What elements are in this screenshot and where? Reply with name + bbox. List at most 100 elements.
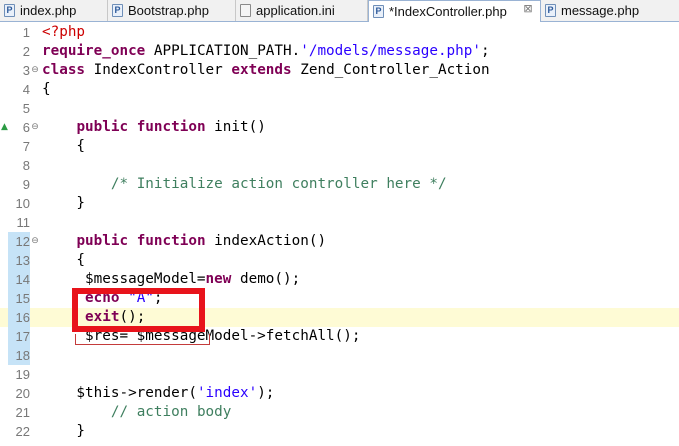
line-number: 11 xyxy=(16,215,31,230)
code-token: /* Initialize action controller here */ xyxy=(110,176,447,192)
line-number: 1 xyxy=(22,25,30,40)
line-number: 9 xyxy=(22,177,30,192)
code-line[interactable]: 21 // action body xyxy=(0,403,679,422)
tab-label: message.php xyxy=(561,3,640,18)
code-text: public function indexAction() xyxy=(42,232,326,251)
code-text: $messageModel=new demo(); xyxy=(42,270,300,289)
code-text: require_once APPLICATION_PATH.'/models/m… xyxy=(42,42,490,61)
tab-label: index.php xyxy=(20,3,77,18)
line-number: 12 xyxy=(8,232,30,251)
tab-indexcontroller-php[interactable]: P *IndexController.php ⊠ xyxy=(368,0,541,22)
code-text: class IndexController extends Zend_Contr… xyxy=(42,61,490,80)
code-token: { xyxy=(42,81,51,97)
code-line[interactable]: 20 $this->render('index'); xyxy=(0,384,679,403)
code-token: '/models/message.php' xyxy=(300,43,481,59)
code-line[interactable]: 1 <?php xyxy=(0,23,679,42)
line-number: 15 xyxy=(8,289,30,308)
line-number: 4 xyxy=(22,82,30,97)
error-underline xyxy=(75,334,210,345)
line-number: 19 xyxy=(15,367,30,382)
code-token: ; xyxy=(481,43,490,59)
line-number: 7 xyxy=(22,139,30,154)
code-token: Zend_Controller_Action xyxy=(291,62,490,78)
code-token: public xyxy=(76,119,129,135)
code-line[interactable]: 8 xyxy=(0,156,679,175)
code-text: { xyxy=(42,251,85,270)
code-token: ); xyxy=(257,385,275,401)
code-line[interactable]: 10 } xyxy=(0,194,679,213)
code-token: class xyxy=(42,62,86,78)
code-line[interactable]: 7 { xyxy=(0,137,679,156)
code-token: <?php xyxy=(42,24,86,40)
code-text: $this->render('index'); xyxy=(42,384,274,403)
line-number: 13 xyxy=(8,251,30,270)
editor-tab-bar: P index.php P Bootstrap.php application.… xyxy=(0,0,679,22)
line-number: 5 xyxy=(22,101,30,116)
line-number: 3 xyxy=(22,63,30,78)
code-text: } xyxy=(42,422,85,441)
highlight-annotation-box xyxy=(72,288,205,332)
line-number: 10 xyxy=(15,196,30,211)
code-text: } xyxy=(42,194,85,213)
line-number: 16 xyxy=(8,308,30,327)
fold-toggle-icon[interactable]: ⊖ xyxy=(31,118,39,137)
code-token: { xyxy=(42,252,86,268)
fold-toggle-icon[interactable]: ⊖ xyxy=(31,61,39,80)
line-number: 8 xyxy=(22,158,30,173)
code-token: APPLICATION_PATH. xyxy=(145,43,301,59)
php-file-icon: P xyxy=(545,4,556,17)
text-file-icon xyxy=(240,4,251,17)
code-line[interactable]: 13 { xyxy=(0,251,679,270)
code-line[interactable]: 22 } xyxy=(0,422,679,441)
tab-label: application.ini xyxy=(256,3,335,18)
code-line[interactable]: 19 xyxy=(0,365,679,384)
code-line[interactable]: 9 /* Initialize action controller here *… xyxy=(0,175,679,194)
php-file-icon: P xyxy=(373,5,384,18)
code-text: public function init() xyxy=(42,118,265,137)
tab-application-ini[interactable]: application.ini xyxy=(236,0,368,21)
code-line[interactable]: 2 require_once APPLICATION_PATH.'/models/… xyxy=(0,42,679,61)
code-token: indexAction() xyxy=(205,233,327,249)
line-number: 20 xyxy=(15,386,30,401)
code-token: // action body xyxy=(110,404,232,420)
code-line[interactable]: 3 ⊖ class IndexController extends Zend_Con… xyxy=(0,61,679,80)
tab-label: *IndexController.php xyxy=(389,4,507,19)
code-line[interactable]: 4{ xyxy=(0,80,679,99)
code-token: new xyxy=(205,271,232,287)
code-token: demo(); xyxy=(231,271,301,287)
close-tab-icon[interactable]: ⊠ xyxy=(522,3,534,15)
tab-bootstrap-php[interactable]: P Bootstrap.php xyxy=(108,0,236,21)
code-text: <?php xyxy=(42,23,85,42)
code-editor[interactable]: 1 <?php 2 require_once APPLICATION_PATH.'/m… xyxy=(0,22,679,446)
php-file-icon: P xyxy=(112,4,123,17)
code-line[interactable]: 11 xyxy=(0,213,679,232)
tab-index-php[interactable]: P index.php xyxy=(0,0,108,21)
line-number: 18 xyxy=(8,346,30,365)
code-text: /* Initialize action controller here */ xyxy=(42,175,447,194)
code-text: // action body xyxy=(42,403,232,422)
code-line[interactable]: 18 xyxy=(0,346,679,365)
tab-message-php[interactable]: P message.php xyxy=(541,0,679,21)
php-file-icon: P xyxy=(4,4,15,17)
code-token: extends xyxy=(231,62,292,78)
code-line[interactable]: 12 ⊖ public function indexAction() xyxy=(0,232,679,251)
code-token: function xyxy=(136,233,206,249)
code-line[interactable]: 5 xyxy=(0,99,679,118)
fold-toggle-icon[interactable]: ⊖ xyxy=(31,232,39,251)
line-number: 6 xyxy=(22,120,30,135)
code-line[interactable]: 14 $messageModel=new demo(); xyxy=(0,270,679,289)
line-number: 14 xyxy=(8,270,30,289)
code-line[interactable]: 6 ⊖ ▲ public function init() xyxy=(0,118,679,137)
code-token: { xyxy=(42,138,86,154)
code-token: 'index' xyxy=(196,385,258,401)
code-token: } xyxy=(42,195,86,211)
line-number: 17 xyxy=(8,327,30,346)
code-text: { xyxy=(42,80,51,99)
line-number: 2 xyxy=(22,44,30,59)
code-token: IndexController xyxy=(85,62,232,78)
code-token: $this->render( xyxy=(42,385,197,401)
